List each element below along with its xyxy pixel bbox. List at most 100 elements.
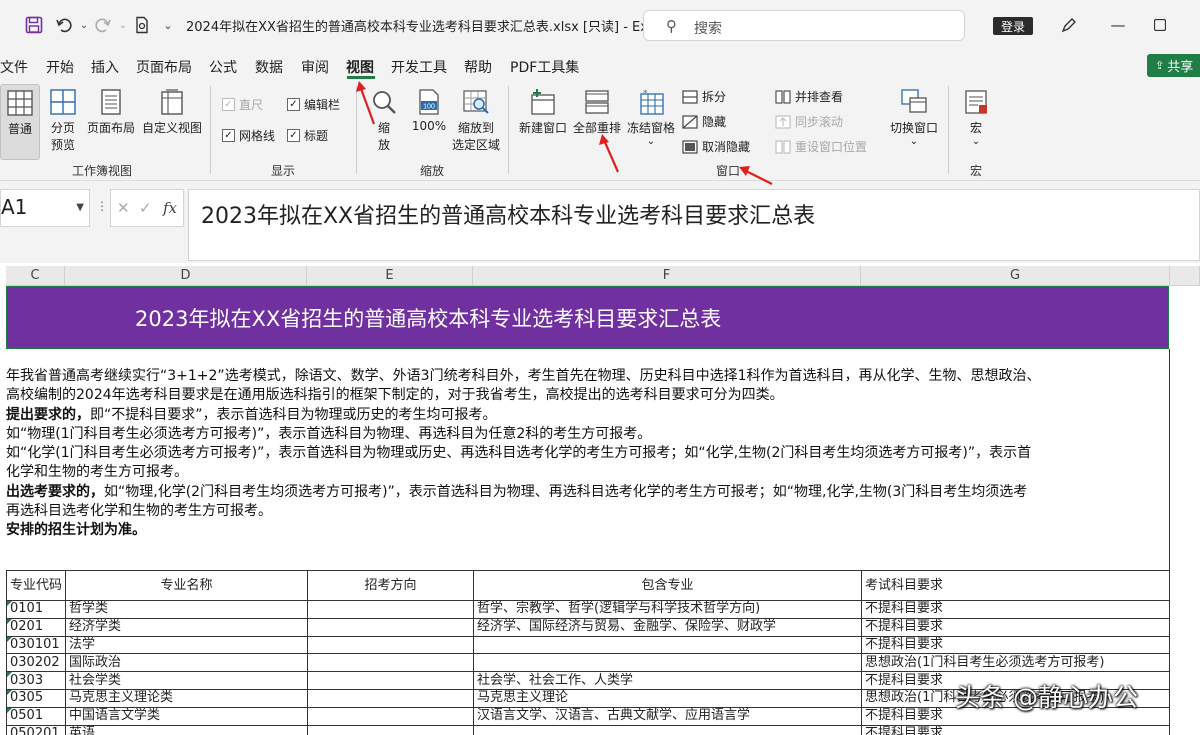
cell-name[interactable]: 英语 xyxy=(65,724,309,735)
page-break-preview-button[interactable]: 分页 预览 xyxy=(44,88,82,153)
description-text[interactable]: 年我省普通高考继续实行“3+1+2”选考模式，除语文、数学、外语3门统考科目外，… xyxy=(6,367,1169,541)
cell-name[interactable]: 国际政治 xyxy=(65,653,309,673)
cell-name[interactable]: 经济学类 xyxy=(65,617,309,637)
view-side-by-side-button[interactable]: 并排查看 xyxy=(775,88,843,105)
cell-code[interactable]: 050201 xyxy=(5,724,67,735)
header-direction[interactable]: 招考方向 xyxy=(307,570,475,601)
tab-pdf-tools[interactable]: PDF工具集 xyxy=(510,57,579,77)
column-header-c[interactable]: C xyxy=(6,266,65,286)
freeze-panes-button[interactable]: * 冻结窗格 ⌄ xyxy=(624,88,678,147)
cell-direction[interactable] xyxy=(307,635,475,655)
synchronous-scrolling-button[interactable]: 同步滚动 xyxy=(775,113,843,130)
cell-direction[interactable] xyxy=(307,688,475,708)
tab-help[interactable]: 帮助 xyxy=(464,57,492,77)
ruler-checkbox[interactable]: ✓ 直尺 xyxy=(222,96,263,113)
cell-included[interactable]: 哲学、宗教学、哲学(逻辑学与科学技术哲学方向) xyxy=(473,600,863,619)
zoom-to-selection-button[interactable]: 缩放到 选定区域 xyxy=(449,88,503,153)
page-layout-view-button[interactable]: 页面布局 xyxy=(86,88,136,136)
enter-icon[interactable]: ✓ xyxy=(139,199,152,217)
cell-name[interactable]: 法学 xyxy=(65,635,309,655)
cell-requirement[interactable]: 不提科目要求 xyxy=(861,617,1171,637)
tab-review[interactable]: 审阅 xyxy=(301,57,329,77)
error-indicator-icon[interactable] xyxy=(7,601,12,606)
error-indicator-icon[interactable] xyxy=(7,708,12,713)
tab-insert[interactable]: 插入 xyxy=(91,57,119,77)
cell-direction[interactable] xyxy=(307,671,475,690)
share-button[interactable]: ⇪ 共享 xyxy=(1147,54,1200,77)
cell-included[interactable] xyxy=(473,635,863,655)
cell-included[interactable]: 马克思主义理论 xyxy=(473,688,863,708)
error-indicator-icon[interactable] xyxy=(7,690,12,695)
minimize-icon[interactable]: — xyxy=(1106,13,1130,37)
cell-direction[interactable] xyxy=(307,724,475,735)
undo-icon[interactable] xyxy=(54,15,74,35)
hide-button[interactable]: 隐藏 xyxy=(682,113,726,130)
cell-code[interactable]: 030202 xyxy=(5,653,67,673)
tab-view[interactable]: 视图 xyxy=(346,57,374,77)
new-window-button[interactable]: 新建窗口 xyxy=(514,88,572,136)
print-preview-icon[interactable] xyxy=(132,15,152,35)
formula-bar-checkbox[interactable]: ✓ 编辑栏 xyxy=(287,96,340,113)
tab-file[interactable]: 文件 xyxy=(0,57,28,77)
cell-direction[interactable] xyxy=(307,600,475,619)
undo-dropdown-icon[interactable]: ⌄ xyxy=(74,15,94,35)
formula-bar-options-icon[interactable]: ⋮ xyxy=(96,199,108,213)
error-indicator-icon[interactable] xyxy=(7,637,12,642)
cell-direction[interactable] xyxy=(307,706,475,726)
unhide-button[interactable]: 取消隐藏 xyxy=(682,138,750,155)
reset-window-position-button[interactable]: 重设窗口位置 xyxy=(775,138,867,155)
cell-name[interactable]: 中国语言文学类 xyxy=(65,706,309,726)
cell-code[interactable]: 030101 xyxy=(5,635,67,655)
cell-name[interactable]: 社会学类 xyxy=(65,671,309,690)
zoom-100-button[interactable]: 100 100% xyxy=(410,88,448,133)
sheet-title-banner[interactable]: 2023年拟在XX省招生的普通高校本科专业选考科目要求汇总表 xyxy=(6,286,1169,349)
headings-checkbox[interactable]: ✓ 标题 xyxy=(287,127,328,144)
search-box[interactable]: ⚲ 搜索 xyxy=(643,10,965,41)
header-subject-requirement[interactable]: 考试科目要求 xyxy=(861,570,1171,601)
insert-function-icon[interactable]: fx xyxy=(163,199,177,217)
column-header-f[interactable]: F xyxy=(473,266,861,286)
header-major-code[interactable]: 专业代码 xyxy=(5,570,67,601)
tab-formulas[interactable]: 公式 xyxy=(209,57,237,77)
column-header-next[interactable] xyxy=(1170,266,1200,286)
normal-view-button[interactable]: 普通 xyxy=(0,84,40,160)
tab-page-layout[interactable]: 页面布局 xyxy=(136,57,192,77)
cell-name[interactable]: 哲学类 xyxy=(65,600,309,619)
gridlines-checkbox[interactable]: ✓ 网格线 xyxy=(222,127,275,144)
cell-included[interactable]: 经济学、国际经济与贸易、金融学、保险学、财政学 xyxy=(473,617,863,637)
cell-direction[interactable] xyxy=(307,617,475,637)
custom-views-button[interactable]: 自定义视图 xyxy=(140,88,204,136)
name-box-dropdown-icon[interactable]: ▼ xyxy=(76,202,84,213)
cell-included[interactable] xyxy=(473,653,863,673)
cell-direction[interactable] xyxy=(307,653,475,673)
cell-requirement[interactable]: 不提科目要求 xyxy=(861,635,1171,655)
cell-included[interactable]: 社会学、社会工作、人类学 xyxy=(473,671,863,690)
save-icon[interactable] xyxy=(24,15,44,35)
cell-requirement[interactable]: 不提科目要求 xyxy=(861,724,1171,735)
cell-code[interactable]: 0201 xyxy=(5,617,67,637)
arrange-all-button[interactable]: 全部重排 xyxy=(572,88,622,136)
cell-code[interactable]: 0101 xyxy=(5,600,67,619)
error-indicator-icon[interactable] xyxy=(7,672,12,677)
column-header-e[interactable]: E xyxy=(307,266,473,286)
column-header-g[interactable]: G xyxy=(861,266,1170,286)
formula-input[interactable]: 2023年拟在XX省招生的普通高校本科专业选考科目要求汇总表 xyxy=(188,189,1200,261)
name-box[interactable]: A1 ▼ xyxy=(0,189,90,227)
cell-name[interactable]: 马克思主义理论类 xyxy=(65,688,309,708)
maximize-icon[interactable] xyxy=(1148,13,1172,37)
cell-code[interactable]: 0501 xyxy=(5,706,67,726)
redo-icon[interactable] xyxy=(93,15,113,35)
tab-data[interactable]: 数据 xyxy=(255,57,283,77)
redo-dropdown-icon[interactable]: ⌄ xyxy=(113,15,133,35)
header-included-majors[interactable]: 包含专业 xyxy=(473,570,863,601)
header-major-name[interactable]: 专业名称 xyxy=(65,570,309,601)
cell-included[interactable]: 汉语言文学、汉语言、古典文献学、应用语言学 xyxy=(473,706,863,726)
cell-code[interactable]: 0305 xyxy=(5,688,67,708)
tab-developer[interactable]: 开发工具 xyxy=(391,57,447,77)
login-button[interactable]: 登录 xyxy=(993,17,1033,35)
cell-included[interactable] xyxy=(473,724,863,735)
cell-code[interactable]: 0303 xyxy=(5,671,67,690)
cell-requirement[interactable]: 思想政治(1门科目考生必须选考方可报考) xyxy=(861,653,1171,673)
pen-icon[interactable] xyxy=(1057,13,1081,37)
tab-home[interactable]: 开始 xyxy=(46,57,74,77)
